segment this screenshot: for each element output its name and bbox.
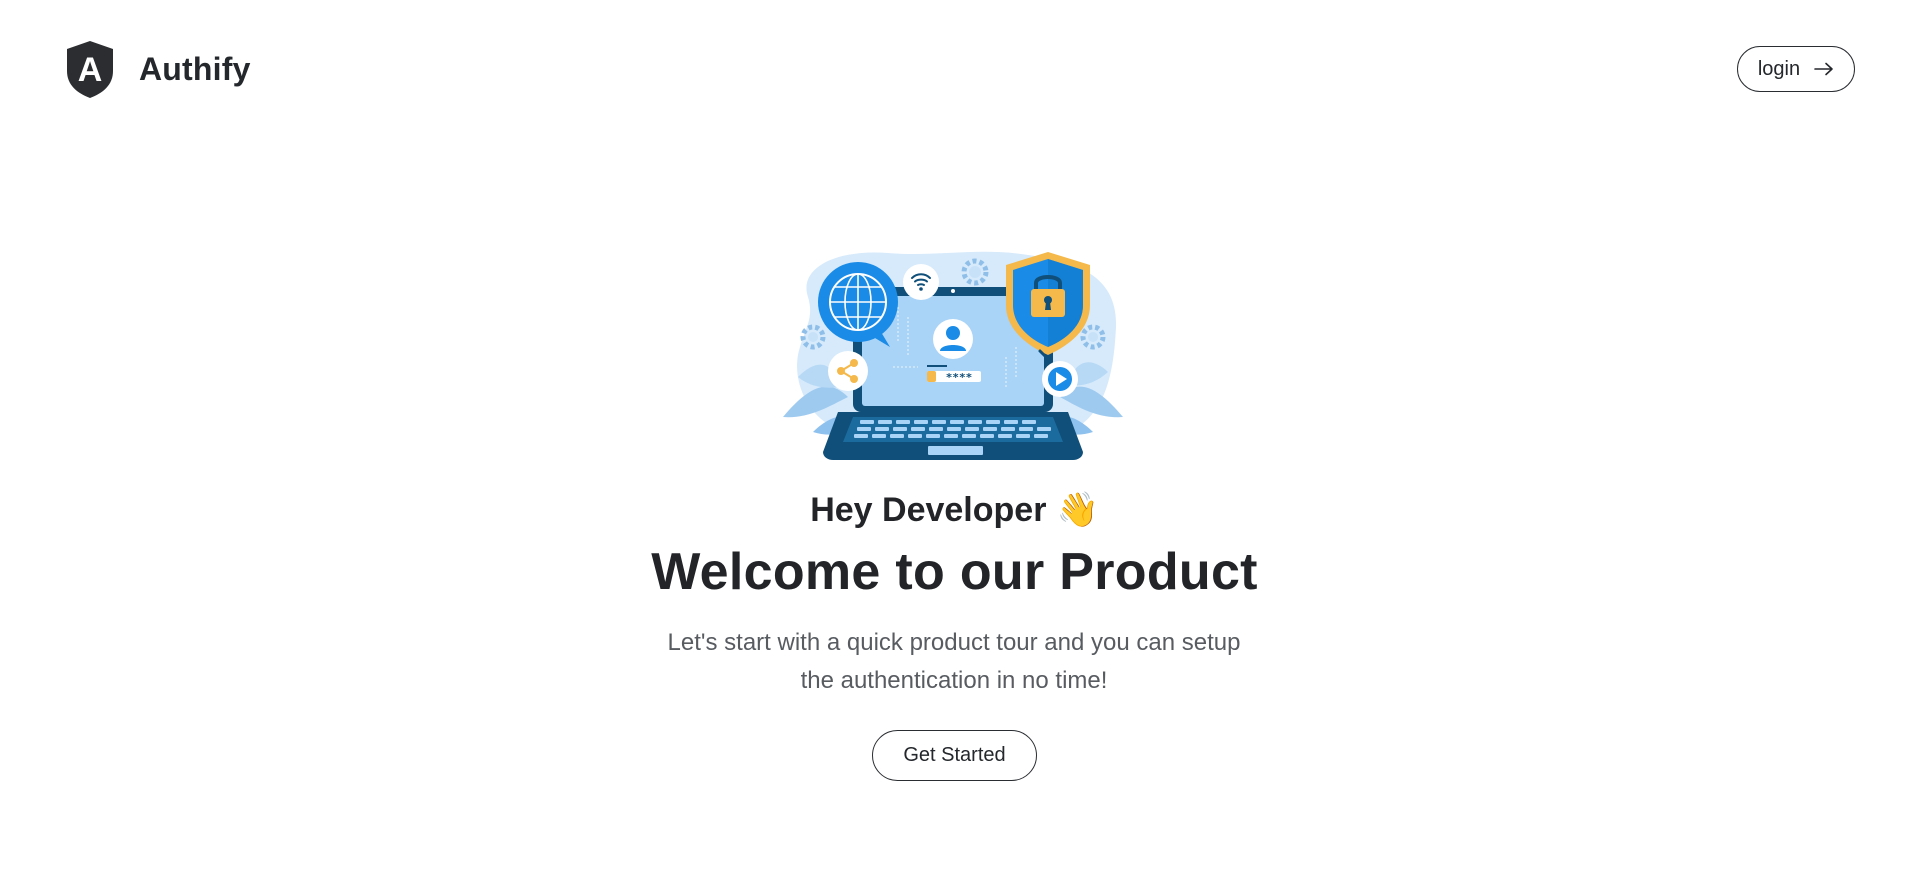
page-title: Welcome to our Product bbox=[651, 543, 1258, 601]
password-mask: **** bbox=[946, 371, 973, 384]
get-started-button[interactable]: Get Started bbox=[872, 730, 1037, 781]
logo-letter: A bbox=[78, 51, 103, 89]
brand-name: Authify bbox=[139, 51, 251, 87]
greeting-heading: Hey Developer 👋 bbox=[0, 490, 1909, 530]
login-button[interactable]: login bbox=[1737, 46, 1855, 92]
laptop-security-illustration: **** bbox=[778, 247, 1128, 461]
arrow-right-icon bbox=[1814, 62, 1833, 76]
waving-hand-icon: 👋 bbox=[1056, 491, 1099, 529]
greeting-text: Hey Developer bbox=[810, 491, 1047, 529]
hero-description: Let's start with a quick product tour an… bbox=[667, 629, 1241, 694]
brand[interactable]: A Authify bbox=[65, 40, 251, 99]
shield-a-logo-icon: A bbox=[67, 41, 113, 98]
top-navbar: A Authify login bbox=[0, 0, 1909, 140]
login-label: login bbox=[1757, 57, 1801, 80]
